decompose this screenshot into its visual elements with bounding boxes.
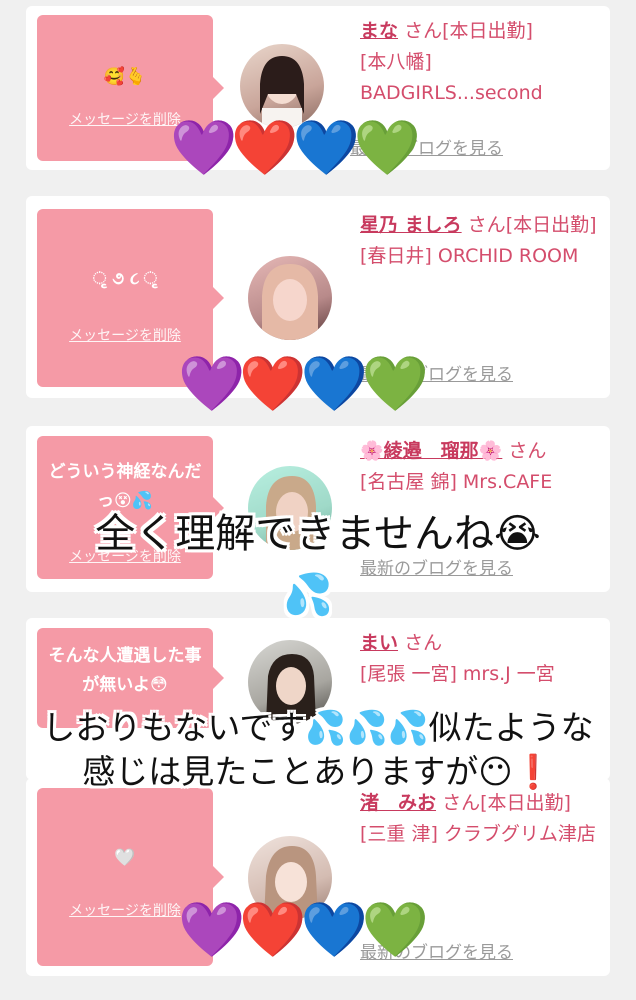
san-label: さん [442,792,481,814]
overlay-caption-3: 感じは見たことありますが😶❗ [82,752,554,791]
work-status: [本日出勤] [442,20,533,42]
shop-location: [本八幡] BADGIRLS...second [360,51,543,104]
hearts-emoji-row: 💜❤️💙💚 [178,898,429,961]
avatar[interactable] [248,256,332,340]
message-text: 🤍 [114,848,136,868]
shop-location: [名古屋 錦] Mrs.CAFE [360,471,553,493]
overlay-caption-1: 全く理解できませんね😭 [95,511,541,557]
avatar-photo [262,264,318,340]
san-label: さん [508,440,547,462]
cast-name-link[interactable]: 星乃 ましろ [360,214,462,236]
san-label: さん [404,20,443,42]
hearts-emoji-row: 💜❤️💙💚 [170,116,421,179]
cast-info: まい さん [尾張 一宮] mrs.J 一宮 [360,628,610,690]
cast-info: まな さん[本日出勤] [本八幡] BADGIRLS...second [360,16,610,109]
cast-name-link[interactable]: 渚 みお [360,792,436,814]
shop-location: [春日井] ORCHID ROOM [360,245,579,267]
san-label: さん [404,632,443,654]
cast-name-link[interactable]: まな [360,20,398,42]
delete-message-link[interactable]: メッセージを削除 [37,325,213,345]
cast-name-link[interactable]: まい [360,632,398,654]
work-status: [本日出勤] [480,792,571,814]
cast-info: 渚 みお さん[本日出勤] [三重 津] クラブグリム津店 [360,788,610,850]
shop-location: [尾張 一宮] mrs.J 一宮 [360,663,555,685]
san-label: さん [467,214,506,236]
cast-name-link[interactable]: 🌸綾邉 瑠那🌸 [360,440,502,462]
shop-location: [三重 津] クラブグリム津店 [360,823,596,845]
message-text: そんな人遭遇した事が無いよ😳 [48,646,202,695]
overlay-sweat-icon: 💦 [283,572,333,618]
cast-info: 星乃 ましろ さん[本日出勤] [春日井] ORCHID ROOM [360,210,610,272]
overlay-caption-2: しおりもないです💦💦💦似たような [42,708,594,747]
message-text: ૃ ૭ ૮ ૃ [92,269,158,289]
work-status: [本日出勤] [505,214,597,236]
message-text: 🥰🫰 [103,67,147,87]
hearts-emoji-row: 💜❤️💙💚 [178,352,429,415]
cast-info: 🌸綾邉 瑠那🌸 さん [名古屋 錦] Mrs.CAFE [360,436,610,498]
